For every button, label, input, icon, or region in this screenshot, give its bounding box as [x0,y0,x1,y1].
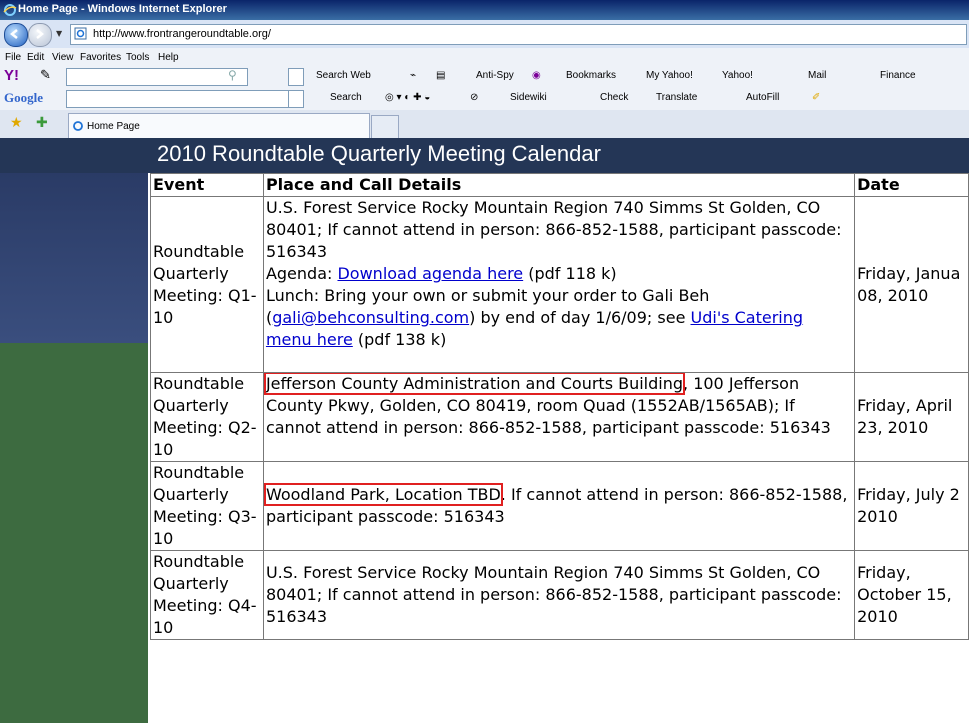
window-titlebar: Home Page - Windows Internet Explorer [0,0,969,20]
page-title: 2010 Roundtable Quarterly Meeting Calend… [157,141,601,166]
tab-bar: ★ ✚ Home Page [0,110,969,139]
spellcheck-button[interactable]: Check [600,92,628,103]
header-place: Place and Call Details [262,173,856,197]
ie-tab-icon [73,121,83,131]
menu-help[interactable]: Help [158,52,179,63]
table-row: Roundtable Quarterly Meeting: Q4-10 U.S.… [150,550,969,640]
forward-arrow-icon [36,29,45,39]
left-sidebar-band-top [0,173,148,343]
yahoo-logo-icon[interactable]: Y! [4,67,19,84]
url-input[interactable]: http://www.frontrangeroundtable.org/ [70,24,967,45]
translate-button[interactable]: Translate [656,92,697,103]
music-icon[interactable]: ◉ [532,70,541,81]
agenda-suffix: (pdf 118 k) [523,264,617,283]
popup-blocker-icon[interactable]: ⊘ [470,92,478,103]
date-cell: Friday, October 15, 2010 [854,550,969,640]
highlighted-location: Woodland Park, Location TBD [264,483,503,506]
date-cell: Friday, July 2 2010 [854,461,969,551]
event-cell: Roundtable Quarterly Meeting: Q2-10 [150,372,264,462]
yahoo-toolbar: Y! ✎ ⚲ Search Web ⌁ ▤ Anti-Spy ◉ Bookmar… [0,66,969,88]
event-cell: Roundtable Quarterly Meeting: Q3-10 [150,461,264,551]
google-tools-icons[interactable]: ◎ ▾ ◐ ✚ ◒ [385,92,430,103]
finance-button[interactable]: Finance [880,70,916,81]
google-search-button[interactable]: Search [330,92,362,103]
url-text: http://www.frontrangeroundtable.org/ [93,28,271,40]
highlighted-location: Jefferson County Administration and Cour… [264,373,686,395]
table-row: Roundtable Quarterly Meeting: Q3-10 Wood… [150,461,969,551]
menu-view[interactable]: View [52,52,74,63]
bookmarks-button[interactable]: Bookmarks [566,70,616,81]
tab-home-page[interactable]: Home Page [68,113,370,139]
highlight-pen-icon[interactable]: ✐ [812,92,820,103]
sidewiki-button[interactable]: Sidewiki [510,92,547,103]
google-search-dropdown[interactable] [288,90,304,108]
header-event: Event [150,173,264,197]
date-cell: Friday, Janua 08, 2010 [854,196,969,373]
favorites-star-icon[interactable]: ★ [10,115,23,131]
layout-icon[interactable]: ▤ [436,70,445,81]
tab-label: Home Page [87,121,140,132]
agenda-prefix: Agenda: [265,264,338,283]
place-text: U.S. Forest Service Rocky Mountain Regio… [265,198,842,261]
table-row: Roundtable Quarterly Meeting: Q1-10 U.S.… [150,196,969,373]
google-search-input[interactable] [66,90,290,108]
my-yahoo-button[interactable]: My Yahoo! [646,70,693,81]
back-arrow-icon [9,29,18,39]
meeting-calendar-table: Event Place and Call Details Date Roundt… [150,173,969,640]
menu-edit[interactable]: Edit [27,52,44,63]
history-dropdown-icon[interactable]: ▼ [56,29,62,38]
header-date: Date [854,173,969,197]
google-toolbar: Google Search ◎ ▾ ◐ ✚ ◒ ⊘ Sidewiki Check… [0,88,969,111]
yahoo-button[interactable]: Yahoo! [722,70,753,81]
new-tab-button[interactable] [371,115,399,139]
menu-bar: File Edit View Favorites Tools Help [0,48,969,66]
yahoo-search-input[interactable] [66,68,248,86]
mail-button[interactable]: Mail [808,70,826,81]
place-cell: U.S. Forest Service Rocky Mountain Regio… [262,550,856,640]
download-agenda-link[interactable]: Download agenda here [337,264,523,283]
left-sidebar-band-bottom [0,343,148,723]
table-row: Roundtable Quarterly Meeting: Q2-10 Jeff… [150,372,969,462]
back-button[interactable] [4,23,28,47]
place-cell: Jefferson County Administration and Cour… [262,372,856,462]
email-link[interactable]: gali@behconsulting.com [272,308,469,327]
window-title: Home Page - Windows Internet Explorer [18,3,227,15]
menu-file[interactable]: File [5,52,21,63]
page-icon [74,27,87,40]
autofill-button[interactable]: AutoFill [746,92,779,103]
ie-logo-icon [3,4,17,16]
menu-tools[interactable]: Tools [126,52,149,63]
pencil-icon[interactable]: ✎ [40,67,51,83]
lunch-mid: ) by end of day 1/6/09; see [469,308,691,327]
page-content: 2010 Roundtable Quarterly Meeting Calend… [0,138,969,723]
event-cell: Roundtable Quarterly Meeting: Q4-10 [150,550,264,640]
yahoo-search-dropdown[interactable] [288,68,304,86]
event-cell: Roundtable Quarterly Meeting: Q1-10 [150,196,264,373]
address-bar: ▼ http://www.frontrangeroundtable.org/ [0,20,969,49]
date-cell: Friday, April 23, 2010 [854,372,969,462]
google-logo[interactable]: Google [4,90,43,106]
anti-spy-button[interactable]: Anti-Spy [476,70,514,81]
add-favorite-icon[interactable]: ✚ [36,115,48,131]
place-cell: U.S. Forest Service Rocky Mountain Regio… [262,196,856,373]
lunch-suffix: (pdf 138 k) [352,330,447,349]
yahoo-search-web-button[interactable]: Search Web [316,70,371,81]
highlighter-icon[interactable]: ⌁ [410,70,416,81]
forward-button[interactable] [28,23,52,47]
magnifier-icon[interactable]: ⚲ [228,68,237,82]
place-cell: Woodland Park, Location TBD. If cannot a… [262,461,856,551]
menu-favorites[interactable]: Favorites [80,52,121,63]
